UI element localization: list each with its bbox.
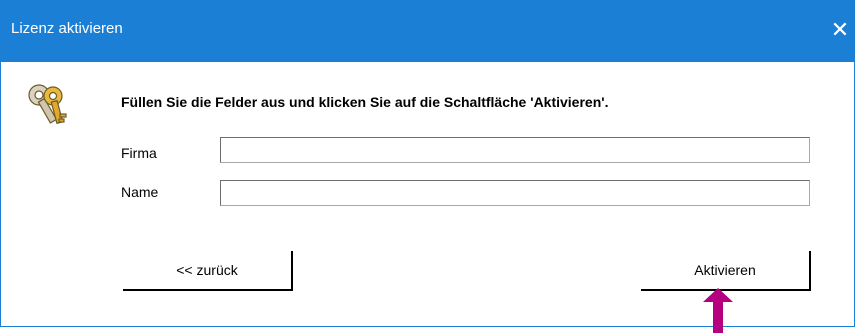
- firma-label: Firma: [121, 145, 157, 161]
- firma-input[interactable]: [220, 137, 810, 163]
- close-button[interactable]: ✕: [826, 12, 854, 48]
- keys-icon: [28, 84, 67, 125]
- license-dialog: Lizenz aktivieren ✕ Füllen Sie die Felde…: [0, 0, 855, 327]
- activate-button[interactable]: Aktivieren: [641, 251, 811, 291]
- name-label: Name: [121, 184, 159, 200]
- title-bar: Lizenz aktivieren ✕: [1, 0, 855, 62]
- window-title: Lizenz aktivieren: [11, 20, 123, 37]
- arrow-up-icon: [703, 288, 733, 333]
- name-input[interactable]: [220, 180, 810, 206]
- back-button[interactable]: << zurück: [123, 251, 293, 291]
- instruction-text: Füllen Sie die Felder aus und klicken Si…: [121, 94, 609, 110]
